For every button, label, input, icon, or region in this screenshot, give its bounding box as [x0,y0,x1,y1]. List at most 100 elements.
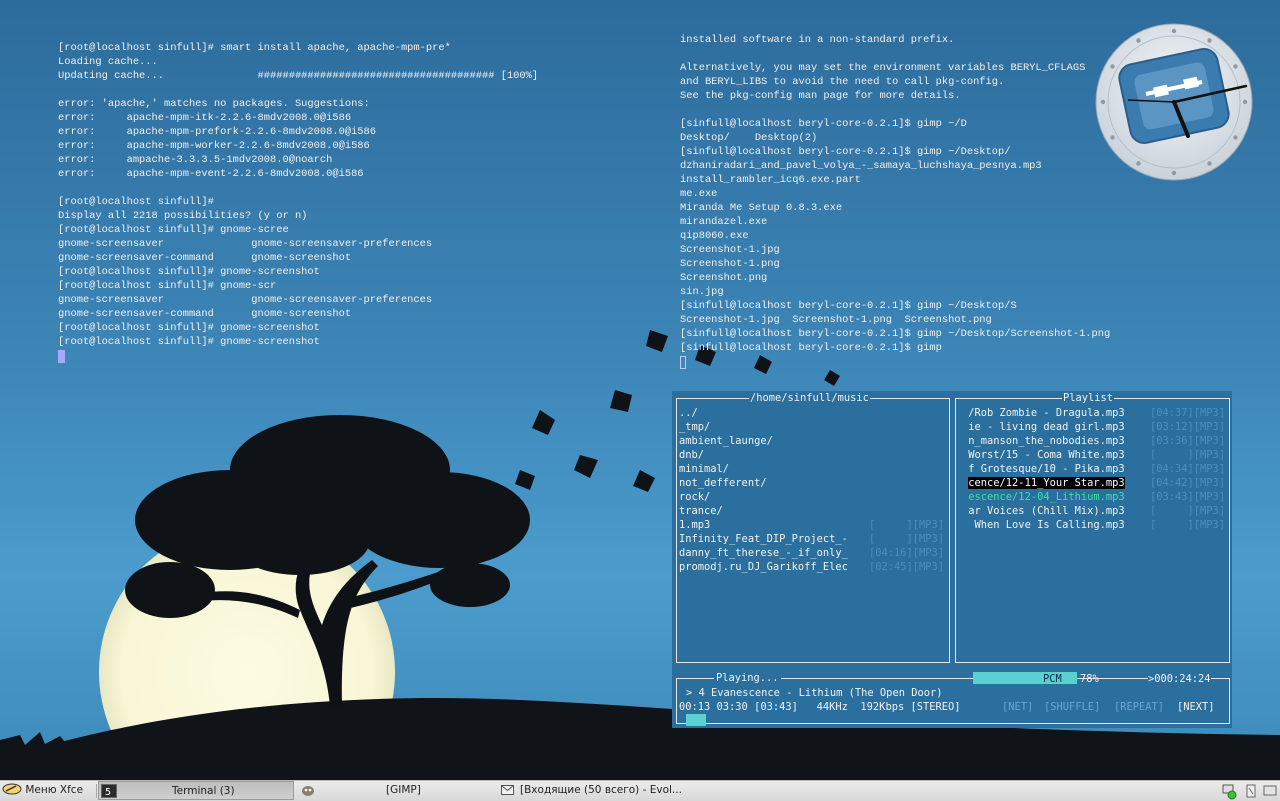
directory-item[interactable]: not_defferent/ [679,476,949,490]
clock-hour-dot [1242,99,1248,105]
taskbar-separator [96,784,97,798]
terminal-line: Loading cache... [58,56,158,68]
terminal-line: error: ampache-3.3.3.5-1mdv2008.0@noarch [58,154,333,166]
directory-item[interactable]: ambient_launge/ [679,434,949,448]
playlist-item[interactable]: cence/12-11_Your Star.mp3 [04:42][MP3] [962,476,1228,490]
playlist-item-duration: [03:36][MP3] [1150,435,1226,447]
directory-item-name: Infinity_Feat_DIP_Project_- [679,533,848,545]
playlist-item-name: ie - living dead girl.mp3 [968,421,1125,433]
directory-item-name: rock/ [679,491,711,503]
terminal-cursor-left [58,350,65,363]
taskbar-task-gimp[interactable]: [GIMP] [298,781,494,800]
directory-item[interactable]: 1.mp3 [ ][MP3] [679,518,949,532]
terminal-line: [root@localhost sinfull]# gnome-screensh… [58,266,320,278]
xfce-logo-icon [2,783,22,795]
directory-item-name: ../ [679,407,698,419]
terminal-line: [sinfull@localhost beryl-core-0.2.1]$ gi… [680,342,942,354]
flag-repeat[interactable]: [REPEAT] [1114,700,1164,714]
directory-item[interactable]: ../ [679,406,949,420]
taskbar-task-evolution[interactable]: [Входящие (50 всего) - Evol... [498,781,698,800]
directory-item[interactable]: trance/ [679,504,949,518]
playlist-item[interactable]: When Love Is Calling.mp3 [ ][MP3] [962,518,1228,532]
xfce-menu-button[interactable]: Меню Xfce [2,781,94,800]
terminal-line: Display all 2218 possibilities? (y or n) [58,210,308,222]
terminal-line: See the pkg-config man page for more det… [680,90,961,102]
playlist-item[interactable]: n_manson_the_nobodies.mp3 [03:36][MP3] [962,434,1228,448]
taskbar-task-terminal[interactable]: 5 Terminal (3) [98,781,294,800]
clock-hour-dot [1136,38,1141,43]
directory-item[interactable]: minimal/ [679,462,949,476]
directory-item[interactable]: Infinity_Feat_DIP_Project_- [ ][MP3] [679,532,949,546]
terminal-line: gnome-screensaver gnome-screensaver-pref… [58,294,433,306]
taskbar: Меню Xfce 5 Terminal (3) [GIMP] [Входящи… [0,780,1280,801]
xfce-menu-label: Меню Xfce [25,784,84,796]
terminal-app-icon: 5 [101,784,117,798]
playlist-item-name: f Grotesque/10 - Pika.mp3 [968,463,1125,475]
playlist-item-name: Worst/15 - Coma White.mp3 [968,449,1125,461]
directory-item-duration: [02:45][MP3] [869,561,945,573]
terminal-line: gnome-screensaver-command gnome-screensh… [58,308,352,320]
playlist-item[interactable]: ie - living dead girl.mp3 [03:12][MP3] [962,420,1228,434]
terminal-output-left: [root@localhost sinfull]# smart install … [58,41,638,371]
playlist-item[interactable]: Worst/15 - Coma White.mp3 [ ][MP3] [962,448,1228,462]
terminal-line: Screenshot-1.png [680,258,780,270]
terminal-line: me.exe [680,188,718,200]
terminal-line: error: 'apache,' matches no packages. Su… [58,98,370,110]
directory-list: ../ _tmp/ambient_launge/dnb/minimal/not_d… [679,406,949,574]
flag-next[interactable]: [NEXT] [1177,700,1215,714]
directory-item-duration: [04:16][MP3] [869,547,945,559]
playlist-item-duration: [04:37][MP3] [1150,407,1226,419]
playlist-item-duration: [03:43][MP3] [1150,491,1226,503]
playlist-item-name: /Rob Zombie - Dragula.mp3 [968,407,1125,419]
clipboard-icon[interactable] [1243,782,1259,800]
directory-item-duration: [ ][MP3] [869,519,945,531]
music-player-window: /home/sinfull/music ../ _tmp/ambient_laun… [672,391,1232,728]
terminal-line: dzhaniradari_and_pavel_volya_-_samaya_lu… [680,160,1042,172]
clock-hour-dot [1136,161,1141,166]
terminal-line: error: apache-mpm-itk-2.2.6-8mdv2008.0@i… [58,112,352,124]
evolution-task-label: [Входящие (50 всего) - Evol... [520,784,682,796]
playlist-item[interactable]: f Grotesque/10 - Pika.mp3 [04:34][MP3] [962,462,1228,476]
playlist-item-duration: [04:34][MP3] [1150,463,1226,475]
directory-item[interactable]: danny_ft_therese_-_if_only_ [04:16][MP3] [679,546,949,560]
now-playing-track: > 4 Evanescence - Lithium (The Open Door… [686,687,943,699]
mail-envelope-icon [501,785,514,795]
pcm-value: 78% [1080,673,1099,685]
terminal-cursor-right [680,356,686,369]
playlist-item[interactable]: escence/12-04_Lithium.mp3 [03:43][MP3] [962,490,1228,504]
directory-item-name: minimal/ [679,463,730,475]
svg-text:5: 5 [105,787,111,798]
terminal-line: Screenshot.png [680,272,768,284]
terminal-line: gnome-screensaver-command gnome-screensh… [58,252,352,264]
playing-label: Playing... [714,671,781,685]
gimp-task-label: [GIMP] [386,784,421,796]
desktop-switch-icon[interactable] [1262,782,1278,800]
playlist-item-name: escence/12-04_Lithium.mp3 [968,491,1125,503]
directory-item[interactable]: rock/ [679,490,949,504]
terminal-line: Desktop/ Desktop(2) [680,132,818,144]
directory-item-name: ambient_launge/ [679,435,773,447]
directory-item[interactable]: promodj.ru_DJ_Garikoff_Elec [02:45][MP3] [679,560,949,574]
playlist-list: /Rob Zombie - Dragula.mp3 [04:37][MP3] ie… [962,406,1228,532]
directory-item-name: dnb/ [679,449,705,461]
playlist-item[interactable]: /Rob Zombie - Dragula.mp3 [04:37][MP3] [962,406,1228,420]
terminal-line: gnome-screensaver gnome-screensaver-pref… [58,238,433,250]
terminal-line: install_rambler_icq6.exe.part [680,174,861,186]
directory-item-name: promodj.ru_DJ_Garikoff_Elec [679,561,848,573]
track-progress-bar[interactable] [686,714,706,726]
terminal-line: error: apache-mpm-worker-2.2.6-8mdv2008.… [58,140,370,152]
flag-net[interactable]: [NET] [1002,700,1033,714]
terminal-line: Screenshot-1.jpg Screenshot-1.png Screen… [680,314,992,326]
directory-item-name: _tmp/ [679,421,711,433]
terminal-line: installed software in a non-standard pre… [680,34,955,46]
directory-item[interactable]: dnb/ [679,448,949,462]
playlist-item[interactable]: ar Voices (Chill Mix).mp3 [ ][MP3] [962,504,1228,518]
terminal-line: and BERYL_LIBS to avoid the need to call… [680,76,1005,88]
directory-item[interactable]: _tmp/ [679,420,949,434]
playlist-item-name: ar Voices (Chill Mix).mp3 [968,505,1125,517]
terminal-line: Miranda Me Setup 0.8.3.exe [680,202,843,214]
clock-hour-dot [1207,161,1212,166]
flag-shuffle[interactable]: [SHUFFLE] [1044,700,1100,714]
desktop-clock-widget[interactable] [1094,22,1254,182]
network-status-icon[interactable] [1220,782,1238,800]
